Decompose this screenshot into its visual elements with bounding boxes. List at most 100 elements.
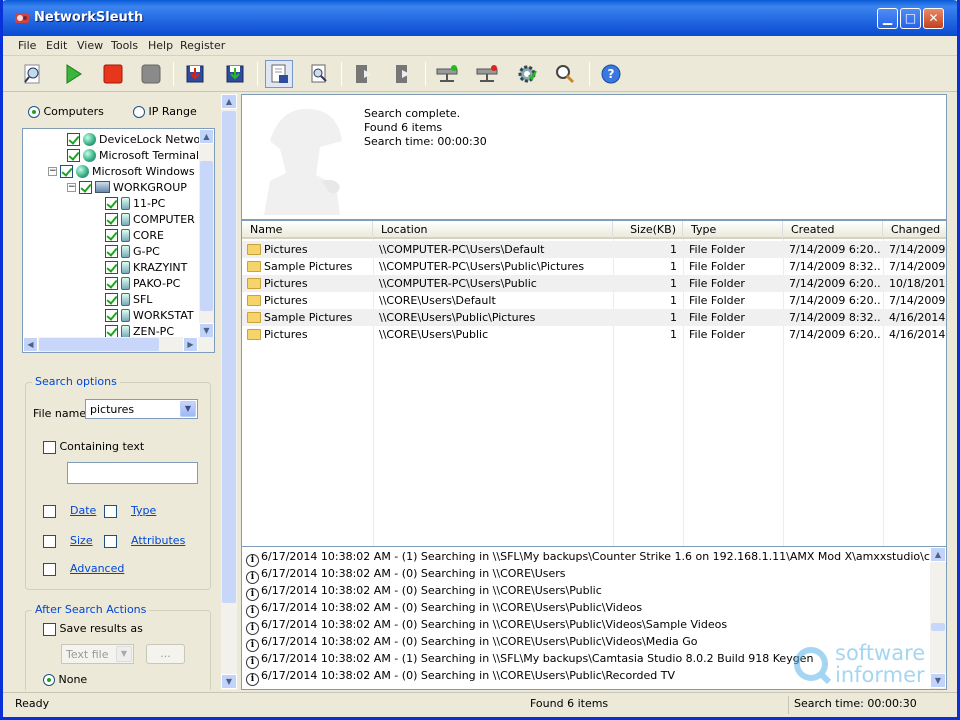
collapse-icon[interactable]: − — [48, 166, 57, 176]
tree-scroll-right-icon[interactable]: ▶ — [183, 337, 198, 352]
tree-node[interactable]: KRAZYINT — [105, 259, 187, 275]
preview-icon[interactable] — [305, 60, 333, 88]
tree-hscroll-thumb[interactable] — [39, 338, 159, 351]
tree-node-checkbox[interactable] — [105, 276, 118, 290]
log-entry[interactable]: i 6/17/2014 10:38:02 AM - (0) Searching i… — [246, 565, 566, 584]
none-radio-button[interactable] — [43, 674, 55, 686]
tree-scroll-left-icon[interactable]: ◀ — [23, 337, 38, 352]
menu-edit[interactable]: Edit — [46, 39, 67, 52]
browse-button[interactable]: ... — [146, 644, 185, 664]
chevron-down-icon[interactable]: ▼ — [180, 401, 196, 417]
tree-node-checkbox[interactable] — [105, 228, 118, 242]
format-combo[interactable]: Text file ▼ — [61, 644, 134, 664]
search-settings-icon[interactable] — [19, 60, 47, 88]
network-remove-icon[interactable] — [473, 60, 501, 88]
save-results-checkbox[interactable]: Save results as — [43, 622, 143, 636]
minimize-button[interactable]: ▁ — [877, 8, 898, 29]
log-entry[interactable]: i 6/17/2014 10:38:02 AM - (0) Searching i… — [246, 633, 698, 652]
tree-node-checkbox[interactable] — [60, 164, 73, 178]
tree-node[interactable]: − WORKGROUP — [67, 179, 187, 195]
date-checkbox[interactable]: Date — [43, 504, 96, 518]
log-entry[interactable]: i 6/17/2014 10:38:02 AM - (0) Searching i… — [246, 667, 675, 686]
attributes-check[interactable] — [104, 534, 117, 548]
help-icon[interactable]: ? — [597, 60, 625, 88]
tree-node[interactable]: SFL — [105, 291, 152, 307]
containing-text-check[interactable] — [43, 440, 56, 454]
tree-node-checkbox[interactable] — [105, 292, 118, 306]
left-scroll-up-icon[interactable]: ▲ — [221, 94, 237, 109]
table-row[interactable]: Pictures \\COMPUTER-PC\Users\Default 1 File… — [242, 241, 946, 258]
save-icon[interactable] — [181, 60, 209, 88]
tree-node-checkbox[interactable] — [105, 244, 118, 258]
log-scroll-thumb[interactable] — [931, 623, 945, 631]
log-entry[interactable]: i 6/17/2014 10:38:02 AM - (0) Searching i… — [246, 582, 602, 601]
save-results-check[interactable] — [43, 622, 56, 636]
tree-node-checkbox[interactable] — [67, 148, 80, 162]
tree-node[interactable]: G-PC — [105, 243, 160, 259]
start-icon[interactable] — [59, 60, 87, 88]
tree-node[interactable]: COMPUTER — [105, 211, 195, 227]
tree-scroll-down-icon[interactable]: ▼ — [199, 323, 214, 338]
collapse-icon[interactable]: − — [67, 182, 76, 192]
table-row[interactable]: Sample Pictures \\CORE\Users\Public\Pictu… — [242, 309, 946, 326]
table-row[interactable]: Pictures \\CORE\Users\Public 1 File Folder 7… — [242, 326, 946, 343]
type-check[interactable] — [104, 504, 117, 518]
tree-node[interactable]: CORE — [105, 227, 164, 243]
attributes-checkbox[interactable]: Attributes — [104, 534, 185, 548]
tree-node[interactable]: − Microsoft Windows — [48, 163, 195, 179]
tree-node-checkbox[interactable] — [105, 324, 118, 338]
attributes-link[interactable]: Attributes — [131, 534, 185, 547]
log-scroll-up-icon[interactable]: ▲ — [930, 547, 946, 562]
tree-node[interactable]: DeviceLock Network — [67, 131, 211, 147]
none-radio[interactable]: None — [43, 673, 87, 686]
date-link[interactable]: Date — [70, 504, 96, 517]
tree-horizontal-scrollbar[interactable]: ◀ ▶ — [23, 337, 214, 352]
advanced-checkbox[interactable]: Advanced — [43, 562, 124, 576]
left-panel-scrollbar[interactable]: ▲ ▼ — [221, 94, 237, 690]
containing-text-checkbox[interactable]: Containing text — [43, 440, 144, 454]
table-row[interactable]: Pictures \\COMPUTER-PC\Users\Public 1 File … — [242, 275, 946, 292]
menu-file[interactable]: File — [18, 39, 36, 52]
advanced-check[interactable] — [43, 562, 56, 576]
computers-radio-button[interactable] — [28, 106, 40, 118]
computers-radio[interactable]: Computers — [28, 105, 104, 118]
tree-vertical-scrollbar[interactable]: ▲ ▼ — [199, 129, 214, 338]
tree-scroll-up-icon[interactable]: ▲ — [199, 129, 214, 144]
containing-text-input[interactable] — [67, 462, 198, 484]
tree-node-checkbox[interactable] — [105, 212, 118, 226]
left-scroll-down-icon[interactable]: ▼ — [221, 674, 237, 689]
stop-icon[interactable] — [99, 60, 127, 88]
type-checkbox[interactable]: Type — [104, 504, 156, 518]
file-name-combo[interactable]: pictures ▼ — [85, 399, 198, 419]
maximize-button[interactable]: □ — [900, 8, 921, 29]
computer-tree[interactable]: DeviceLock Network Microsoft Terminal S − M… — [22, 128, 215, 353]
log-entry[interactable]: i 6/17/2014 10:38:02 AM - (0) Searching i… — [246, 599, 642, 618]
save-as-icon[interactable] — [221, 60, 249, 88]
menu-view[interactable]: View — [77, 39, 103, 52]
settings-icon[interactable] — [513, 60, 541, 88]
pause-icon[interactable] — [137, 60, 165, 88]
left-scroll-thumb[interactable] — [222, 111, 236, 603]
find-icon[interactable] — [551, 60, 579, 88]
log-entry[interactable]: i 6/17/2014 10:38:02 AM - (0) Searching i… — [246, 616, 727, 635]
tree-node-checkbox[interactable] — [105, 308, 118, 322]
close-button[interactable]: ✕ — [923, 8, 944, 29]
format-chevron-down-icon[interactable]: ▼ — [116, 646, 132, 662]
export-icon[interactable] — [389, 60, 417, 88]
menu-register[interactable]: Register — [180, 39, 225, 52]
col-name-header[interactable]: Name — [242, 221, 373, 239]
col-size-header[interactable]: Size(KB) — [613, 221, 683, 239]
tree-node-checkbox[interactable] — [105, 260, 118, 274]
date-check[interactable] — [43, 504, 56, 518]
col-location-header[interactable]: Location — [373, 221, 613, 239]
tree-node[interactable]: 11-PC — [105, 195, 165, 211]
tree-node-checkbox[interactable] — [79, 180, 92, 194]
ip-range-radio[interactable]: IP Range — [133, 105, 197, 118]
tree-node[interactable]: PAKO-PC — [105, 275, 180, 291]
import-icon[interactable] — [349, 60, 377, 88]
tree-scroll-thumb[interactable] — [200, 161, 213, 311]
report-icon[interactable] — [265, 60, 293, 88]
col-changed-header[interactable]: Changed — [883, 221, 946, 239]
tree-node-checkbox[interactable] — [67, 132, 80, 146]
tree-node[interactable]: Microsoft Terminal S — [67, 147, 210, 163]
